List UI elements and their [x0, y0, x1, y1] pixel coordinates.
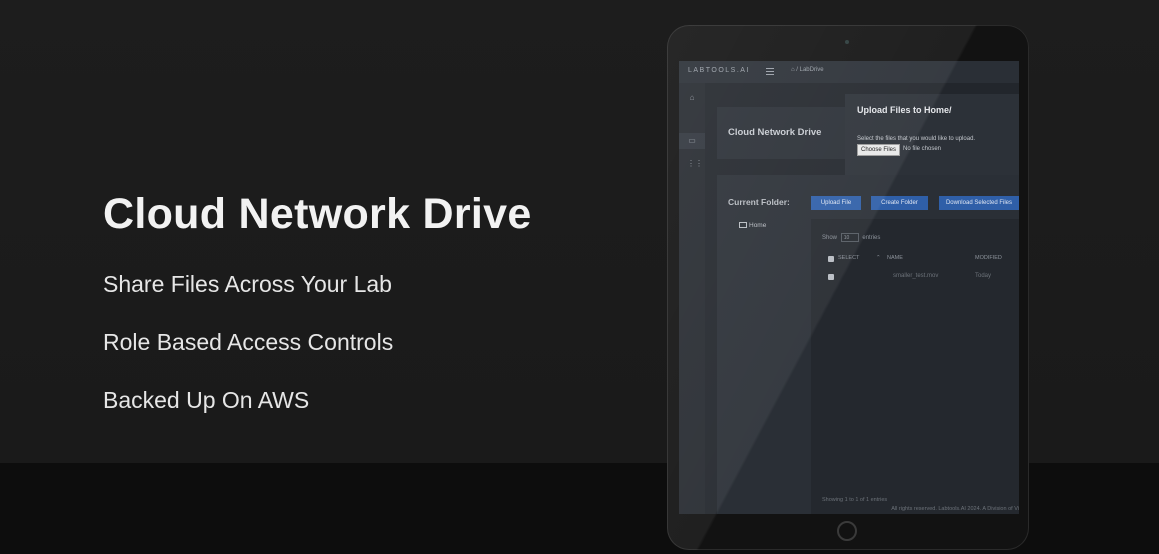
show-label: Show [822, 235, 838, 242]
home-crumb-icon: ⌂ [791, 67, 795, 73]
upload-modal-title: Upload Files to Home/ [857, 105, 952, 115]
drive-header-card: Cloud Network Drive [717, 107, 847, 159]
tablet-device: LABTOOLS.AI ⌂ / LabDrive ⌂ ▭ ⋮⋮ Cloud Ne… [667, 25, 1029, 550]
tablet-camera [845, 40, 849, 44]
folder-tree-home[interactable]: Home [739, 222, 766, 229]
sort-icon[interactable]: ⌃ [876, 255, 881, 261]
feature-aws-backup: Backed Up On AWS [103, 387, 310, 413]
select-all-checkbox[interactable] [828, 256, 834, 262]
entries-select[interactable]: 10 [840, 233, 859, 242]
feature-role-access: Role Based Access Controls [103, 329, 394, 355]
table-info: Showing 1 to 1 of 1 entries [822, 497, 888, 503]
upload-file-button[interactable]: Upload File [811, 196, 861, 210]
row-checkbox[interactable] [828, 274, 834, 280]
folder-icon[interactable]: ▭ [687, 136, 697, 146]
folder-outline-icon [739, 222, 747, 228]
menu-icon[interactable] [766, 68, 774, 75]
home-icon[interactable]: ⌂ [687, 93, 697, 103]
row-modified: Today [975, 273, 992, 279]
hero-title: Cloud Network Drive [103, 190, 532, 238]
current-folder-label: Current Folder: [728, 197, 790, 207]
tablet-home-button [837, 521, 857, 541]
entries-selector: Show 10 entries [822, 233, 880, 242]
upload-modal: Upload Files to Home/ Select the files t… [845, 94, 1019, 186]
file-browser-card: Current Folder: Home Upload File Create … [717, 175, 1019, 514]
column-name[interactable]: NAME [887, 255, 903, 261]
row-file-name[interactable]: smaller_test.mov [893, 273, 938, 279]
column-modified[interactable]: MODIFIED [975, 255, 1002, 261]
choose-files-button[interactable]: Choose Files [857, 144, 901, 156]
app-sidebar: ⌂ ▭ ⋮⋮ [679, 83, 705, 514]
file-table-panel: Show 10 entries SELECT ⌃ NAME MODIFIED s… [811, 219, 1019, 514]
breadcrumb[interactable]: ⌂ / LabDrive [791, 67, 824, 73]
grid-icon[interactable]: ⋮⋮ [687, 159, 703, 169]
create-folder-button[interactable]: Create Folder [871, 196, 928, 210]
folder-home-label: Home [749, 222, 767, 229]
download-selected-button[interactable]: Download Selected Files [939, 196, 1019, 210]
no-file-text: No file chosen [903, 146, 942, 152]
entries-label: entries [862, 235, 881, 242]
app-screen: LABTOOLS.AI ⌂ / LabDrive ⌂ ▭ ⋮⋮ Cloud Ne… [679, 61, 1019, 514]
feature-share-files: Share Files Across Your Lab [103, 271, 392, 297]
column-select[interactable]: SELECT [838, 255, 859, 261]
breadcrumb-label: / LabDrive [796, 67, 824, 73]
app-topbar: LABTOOLS.AI ⌂ / LabDrive [679, 61, 1019, 83]
upload-instruction: Select the files that you would like to … [857, 136, 976, 142]
app-logo: LABTOOLS.AI [688, 67, 750, 74]
drive-card-title: Cloud Network Drive [728, 127, 822, 138]
app-footer: All rights reserved. Labtools.AI 2024. A… [891, 506, 1019, 512]
